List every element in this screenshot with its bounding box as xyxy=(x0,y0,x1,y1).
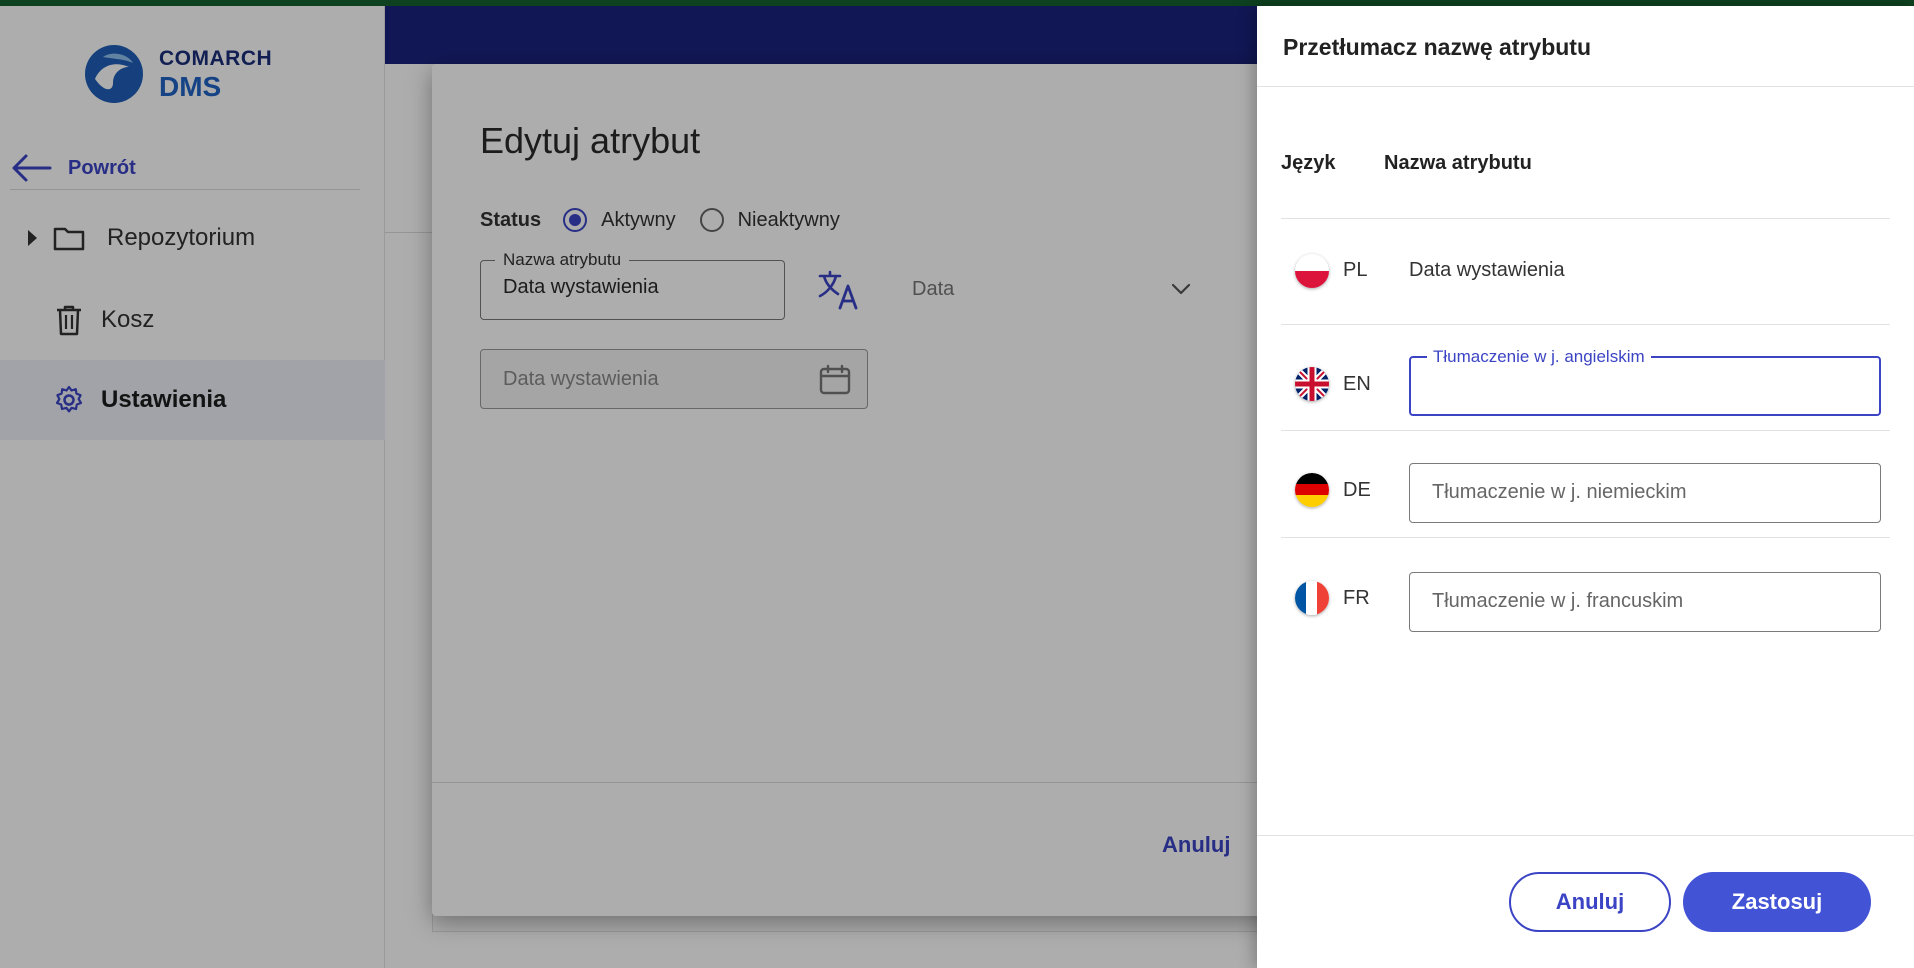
language-code: PL xyxy=(1343,259,1368,281)
apply-button[interactable]: Zastosuj xyxy=(1683,872,1871,932)
panel-cancel-button[interactable]: Anuluj xyxy=(1509,872,1671,932)
translation-row-de: DE Tłumaczenie w j. niemieckim xyxy=(1281,430,1890,536)
translation-input-en-legend: Tłumaczenie w j. angielskim xyxy=(1427,347,1651,367)
translation-input-fr[interactable]: Tłumaczenie w j. francuskim xyxy=(1409,572,1881,632)
panel-title: Przetłumacz nazwę atrybutu xyxy=(1283,34,1592,60)
column-header-name: Nazwa atrybutu xyxy=(1384,152,1532,174)
translation-input-de[interactable]: Tłumaczenie w j. niemieckim xyxy=(1409,463,1881,523)
france-flag-icon xyxy=(1295,581,1329,615)
language-code: FR xyxy=(1343,587,1370,609)
column-header-language: Język xyxy=(1281,152,1336,174)
translate-panel: Przetłumacz nazwę atrybutu Język Nazwa a… xyxy=(1257,6,1914,968)
translation-input-en[interactable]: Tłumaczenie w j. angielskim xyxy=(1409,347,1881,416)
poland-flag-icon xyxy=(1295,254,1329,288)
source-name: Data wystawienia xyxy=(1409,259,1565,281)
translation-row-en: EN Tłumaczenie w j. angielskim xyxy=(1281,324,1890,430)
panel-header-divider xyxy=(1257,86,1914,87)
germany-flag-icon xyxy=(1295,473,1329,507)
panel-footer-divider xyxy=(1257,835,1914,836)
translation-row-pl: PL Data wystawienia xyxy=(1281,218,1890,324)
language-code: DE xyxy=(1343,479,1371,501)
language-code: EN xyxy=(1343,373,1371,395)
translation-row-fr: FR Tłumaczenie w j. francuskim xyxy=(1281,537,1890,643)
translation-input-de-placeholder: Tłumaczenie w j. niemieckim xyxy=(1432,481,1687,503)
uk-flag-icon xyxy=(1295,367,1329,401)
translation-input-fr-placeholder: Tłumaczenie w j. francuskim xyxy=(1432,590,1684,612)
